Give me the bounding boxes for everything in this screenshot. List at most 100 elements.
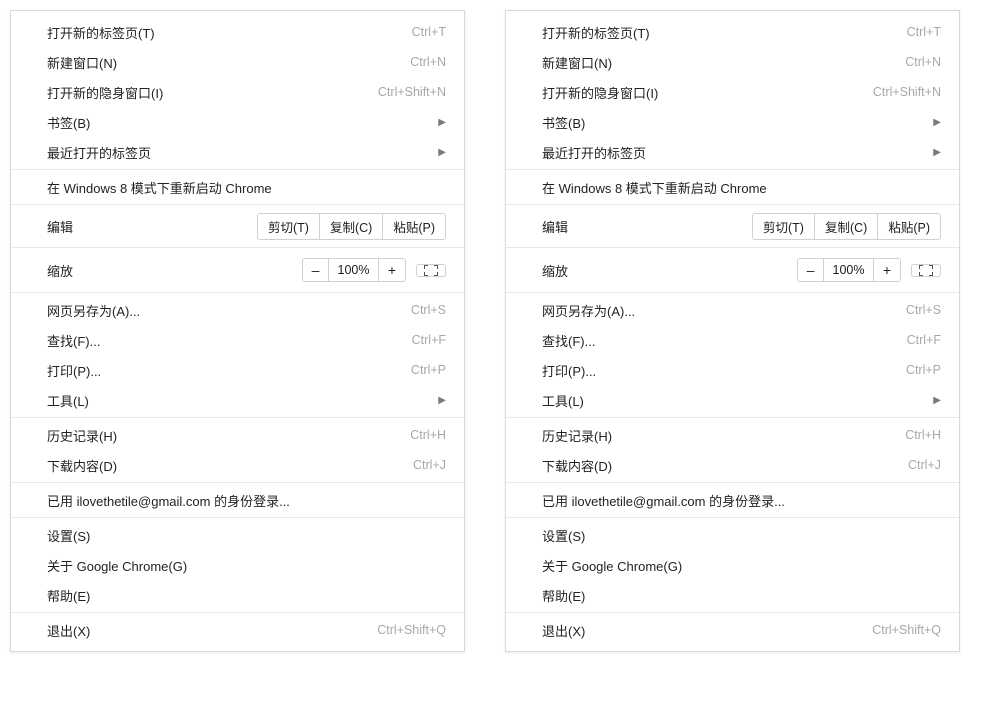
menu-item-label: 帮助(E) xyxy=(47,586,446,605)
chevron-right-icon: ▶ xyxy=(438,147,446,158)
zoom-row: 缩放–100%+ xyxy=(506,250,959,290)
menu-item-label: 退出(X) xyxy=(542,621,872,640)
menu-item-shortcut: Ctrl+T xyxy=(412,25,446,39)
zoom-button-group: –100%+ xyxy=(797,258,901,282)
menu-item-s6-0[interactable]: 设置(S) xyxy=(506,520,959,550)
chevron-right-icon: ▶ xyxy=(933,147,941,158)
menu-item-s1-4[interactable]: 最近打开的标签页 ▶ xyxy=(11,137,464,167)
menu-item-shortcut: Ctrl+N xyxy=(410,55,446,69)
menu-item-label: 已用 ilovethetile@gmail.com 的身份登录... xyxy=(47,491,446,510)
edit-label: 编辑 xyxy=(542,217,752,236)
menu-item-label: 在 Windows 8 模式下重新启动 Chrome xyxy=(47,178,446,197)
menu-item-shortcut: Ctrl+Shift+Q xyxy=(872,623,941,637)
fullscreen-button[interactable] xyxy=(416,264,446,277)
menu-item-label: 已用 ilovethetile@gmail.com 的身份登录... xyxy=(542,491,941,510)
menu-item-s1-4[interactable]: 最近打开的标签页▶ xyxy=(506,137,959,167)
menu-item-label: 工具(L) xyxy=(542,391,925,410)
menu-item-label: 帮助(E) xyxy=(542,586,941,605)
menu-item-label: 设置(S) xyxy=(542,526,941,545)
menu-item-label: 查找(F)... xyxy=(542,331,907,350)
menu-item-shortcut: Ctrl+S xyxy=(411,303,446,317)
zoom-label: 缩放 xyxy=(47,261,302,280)
menu-item-s3-2[interactable]: 打印(P)...Ctrl+P xyxy=(11,355,464,385)
menu-item-s6-2[interactable]: 帮助(E) xyxy=(11,580,464,610)
menu-item-label: 打开新的隐身窗口(I) xyxy=(47,83,378,102)
menu-item-s4-0[interactable]: 历史记录(H)Ctrl+H xyxy=(506,420,959,450)
menu-item-s2-0[interactable]: 在 Windows 8 模式下重新启动 Chrome xyxy=(506,172,959,202)
menu-item-label: 打开新的隐身窗口(I) xyxy=(542,83,873,102)
cut-button[interactable]: 剪切(T) xyxy=(753,214,815,239)
menu-item-s1-1[interactable]: 新建窗口(N)Ctrl+N xyxy=(506,47,959,77)
menu-item-s6-1[interactable]: 关于 Google Chrome(G) xyxy=(11,550,464,580)
menu-item-s1-2[interactable]: 打开新的隐身窗口(I)Ctrl+Shift+N xyxy=(506,77,959,107)
menu-item-s3-0[interactable]: 网页另存为(A)...Ctrl+S xyxy=(11,295,464,325)
menu-item-shortcut: Ctrl+P xyxy=(906,363,941,377)
menu-item-s7-0[interactable]: 退出(X)Ctrl+Shift+Q xyxy=(506,615,959,645)
menu-item-s5-0[interactable]: 已用 ilovethetile@gmail.com 的身份登录... xyxy=(506,485,959,515)
menu-item-label: 新建窗口(N) xyxy=(542,53,905,72)
menu-item-shortcut: Ctrl+J xyxy=(413,458,446,472)
edit-button-group: 剪切(T)复制(C)粘贴(P) xyxy=(752,213,941,240)
menu-item-s3-2[interactable]: 打印(P)...Ctrl+P xyxy=(506,355,959,385)
menu-item-label: 新建窗口(N) xyxy=(47,53,410,72)
menu-item-s1-3[interactable]: 书签(B)▶ xyxy=(11,107,464,137)
menu-item-s1-0[interactable]: 打开新的标签页(T)Ctrl+T xyxy=(506,17,959,47)
paste-button[interactable]: 粘贴(P) xyxy=(383,214,445,239)
menu-item-shortcut: Ctrl+H xyxy=(410,428,446,442)
copy-button[interactable]: 复制(C) xyxy=(320,214,383,239)
menu-item-label: 下载内容(D) xyxy=(542,456,908,475)
menu-item-label: 打开新的标签页(T) xyxy=(47,23,412,42)
menu-item-s5-0[interactable]: 已用 ilovethetile@gmail.com 的身份登录... xyxy=(11,485,464,515)
copy-button[interactable]: 复制(C) xyxy=(815,214,878,239)
menu-item-s1-0[interactable]: 打开新的标签页(T)Ctrl+T xyxy=(11,17,464,47)
fullscreen-icon xyxy=(919,265,933,276)
menu-item-s3-3[interactable]: 工具(L)▶ xyxy=(506,385,959,415)
menu-item-shortcut: Ctrl+Shift+N xyxy=(378,85,446,99)
menu-item-s3-1[interactable]: 查找(F)...Ctrl+F xyxy=(506,325,959,355)
fullscreen-button[interactable] xyxy=(911,264,941,277)
menu-item-s1-1[interactable]: 新建窗口(N)Ctrl+N xyxy=(11,47,464,77)
menu-item-s2-0[interactable]: 在 Windows 8 模式下重新启动 Chrome xyxy=(11,172,464,202)
menu-item-s6-1[interactable]: 关于 Google Chrome(G) xyxy=(506,550,959,580)
edit-label: 编辑 xyxy=(47,217,257,236)
menu-item-s7-0[interactable]: 退出(X)Ctrl+Shift+Q xyxy=(11,615,464,645)
cut-button[interactable]: 剪切(T) xyxy=(258,214,320,239)
zoom-button-group: –100%+ xyxy=(302,258,406,282)
menu-item-s4-1[interactable]: 下载内容(D)Ctrl+J xyxy=(11,450,464,480)
zoom-in-button[interactable]: + xyxy=(874,259,900,281)
menu-item-s1-2[interactable]: 打开新的隐身窗口(I)Ctrl+Shift+N xyxy=(11,77,464,107)
menu-item-label: 打印(P)... xyxy=(542,361,906,380)
menu-item-shortcut: Ctrl+S xyxy=(906,303,941,317)
menu-item-label: 打印(P)... xyxy=(47,361,411,380)
menu-item-label: 历史记录(H) xyxy=(47,426,410,445)
menu-item-s3-0[interactable]: 网页另存为(A)...Ctrl+S xyxy=(506,295,959,325)
menu-item-s3-3[interactable]: 工具(L)▶ xyxy=(11,385,464,415)
paste-button[interactable]: 粘贴(P) xyxy=(878,214,940,239)
menu-item-shortcut: Ctrl+F xyxy=(412,333,446,347)
menu-item-label: 在 Windows 8 模式下重新启动 Chrome xyxy=(542,178,941,197)
menu-item-label: 网页另存为(A)... xyxy=(47,301,411,320)
edit-button-group: 剪切(T)复制(C)粘贴(P) xyxy=(257,213,446,240)
menu-item-shortcut: Ctrl+Shift+Q xyxy=(377,623,446,637)
chevron-right-icon: ▶ xyxy=(933,117,941,128)
menu-item-label: 退出(X) xyxy=(47,621,377,640)
menu-item-s4-1[interactable]: 下载内容(D)Ctrl+J xyxy=(506,450,959,480)
menu-item-label: 关于 Google Chrome(G) xyxy=(542,556,941,575)
menu-item-s1-3[interactable]: 书签(B) ▶ xyxy=(506,107,959,137)
menu-item-s6-0[interactable]: 设置(S) xyxy=(11,520,464,550)
menu-item-label: 最近打开的标签页 xyxy=(47,143,430,162)
zoom-out-button[interactable]: – xyxy=(303,259,329,281)
menu-item-s6-2[interactable]: 帮助(E) xyxy=(506,580,959,610)
menu-item-shortcut: Ctrl+Shift+N xyxy=(873,85,941,99)
edit-row: 编辑剪切(T)复制(C)粘贴(P) xyxy=(506,207,959,245)
zoom-in-button[interactable]: + xyxy=(379,259,405,281)
chrome-menu-left: 打开新的标签页(T)Ctrl+T新建窗口(N)Ctrl+N打开新的隐身窗口(I)… xyxy=(10,10,465,652)
menu-item-label: 书签(B) xyxy=(542,113,925,132)
zoom-out-button[interactable]: – xyxy=(798,259,824,281)
chevron-right-icon: ▶ xyxy=(438,395,446,406)
menu-item-shortcut: Ctrl+N xyxy=(905,55,941,69)
menu-item-shortcut: Ctrl+P xyxy=(411,363,446,377)
menu-item-label: 网页另存为(A)... xyxy=(542,301,906,320)
menu-item-s4-0[interactable]: 历史记录(H)Ctrl+H xyxy=(11,420,464,450)
menu-item-s3-1[interactable]: 查找(F)...Ctrl+F xyxy=(11,325,464,355)
